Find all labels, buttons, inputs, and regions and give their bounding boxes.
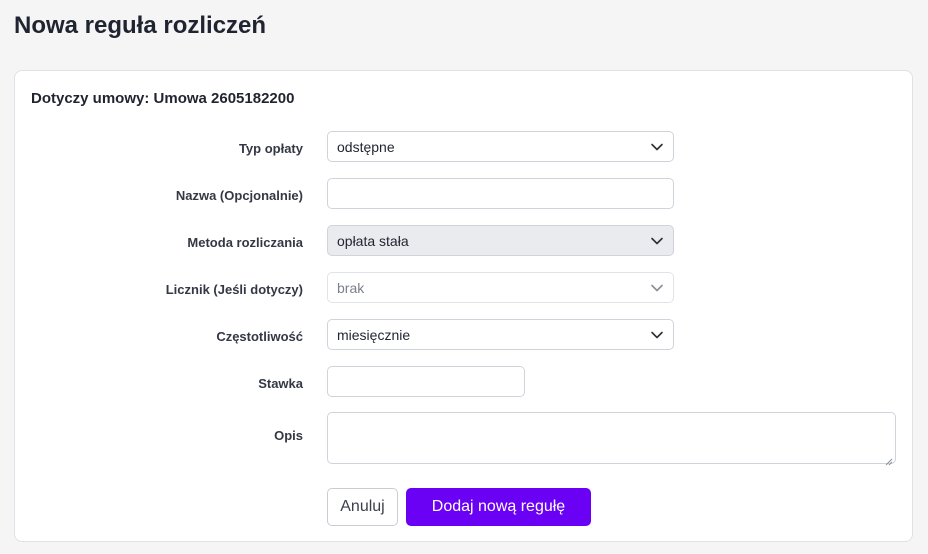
billing-rule-card: Dotyczy umowy: Umowa 2605182200 Typ opła… [14,70,913,542]
rate-label: Stawka [258,376,303,391]
frequency-select[interactable]: miesięcznie [327,319,674,350]
rate-input[interactable] [327,366,525,397]
billing-method-value: opłata stała [337,232,409,249]
fee-type-value: odstępne [337,138,395,155]
description-textarea[interactable] [327,412,896,466]
meter-select[interactable]: brak [327,272,674,303]
description-label: Opis [274,428,303,443]
name-label: Nazwa (Opcjonalnie) [175,188,303,203]
contract-heading: Dotyczy umowy: Umowa 2605182200 [31,90,295,107]
cancel-button[interactable]: Anuluj [327,488,398,526]
add-rule-button[interactable]: Dodaj nową regułę [406,488,591,526]
frequency-value: miesięcznie [337,326,411,343]
fee-type-select[interactable]: odstępne [327,131,674,162]
billing-method-label: Metoda rozliczania [187,235,303,250]
chevron-down-icon [650,328,664,342]
resize-handle-icon[interactable] [885,453,893,466]
page-title: Nowa reguła rozliczeń [14,12,267,39]
frequency-label: Częstotliwość [216,329,303,344]
billing-method-select[interactable]: opłata stała [327,225,674,256]
chevron-down-icon [650,281,664,295]
chevron-down-icon [650,140,664,154]
meter-label: Licznik (Jeśli dotyczy) [165,282,303,297]
meter-value: brak [337,279,365,296]
chevron-down-icon [650,234,664,248]
name-input[interactable] [327,178,674,209]
fee-type-label: Typ opłaty [238,141,303,156]
